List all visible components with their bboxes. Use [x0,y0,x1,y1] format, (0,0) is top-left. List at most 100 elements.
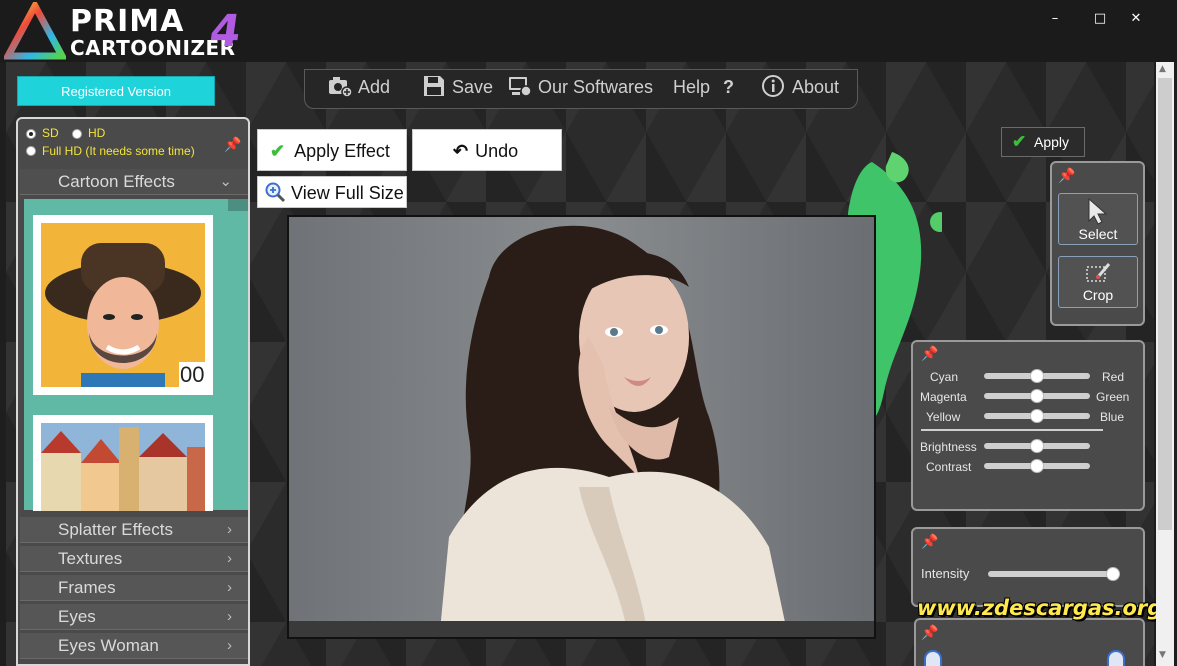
zoom-in-button[interactable] [1107,650,1125,666]
intensity-slider-knob[interactable] [1106,567,1120,581]
info-icon [762,75,784,97]
contrast-label: Contrast [926,460,972,474]
software-icon [509,77,532,97]
chevron-right-icon: › [227,579,232,596]
quality-fullhd-radio[interactable] [26,146,36,156]
pin-icon[interactable]: 📌 [1058,168,1075,184]
chevron-right-icon: › [227,637,232,654]
crop-icon [1086,263,1111,282]
category-label: Splatter Effects [58,520,173,539]
crop-label: Crop [1082,287,1114,303]
yellow-blue-slider-knob[interactable] [1030,409,1044,423]
category-eyes-woman[interactable]: Eyes Woman › [20,633,248,659]
logo-prima-text: PRIMA [70,4,185,39]
scrollbar-thumb[interactable] [1158,78,1172,530]
zoom-in-icon [265,182,286,203]
category-frames[interactable]: Frames › [20,575,248,601]
category-label: Eyes [58,607,96,626]
help-button[interactable]: Help ? [673,74,734,100]
intensity-label: Intensity [921,566,970,581]
contrast-slider-knob[interactable] [1030,459,1044,473]
divider [921,429,1103,431]
green-label: Green [1096,390,1130,404]
effect-thumbnail[interactable] [33,415,213,511]
category-label: Cartoon Effects [58,172,175,191]
cyan-label: Cyan [930,370,959,384]
undo-button[interactable]: ↶ Undo [412,129,562,171]
pin-icon[interactable]: 📌 [224,137,241,153]
chevron-right-icon: › [227,550,232,567]
logo-version: 4 [206,6,245,57]
apply-button[interactable]: ✔ Apply [1001,127,1085,157]
scroll-up-arrow-icon[interactable]: ▲ [1159,64,1166,74]
magenta-green-slider-knob[interactable] [1030,389,1044,403]
zoom-out-button[interactable] [924,650,942,666]
portrait-photo [289,217,874,637]
category-label: Frames [58,578,116,597]
add-label: Add [358,77,391,97]
blue-label: Blue [1100,410,1125,424]
registered-version-button[interactable]: Registered Version [17,76,215,106]
yellow-label: Yellow [926,410,961,424]
close-button[interactable]: ✕ [1121,8,1151,30]
view-full-size-label: View Full Size [291,183,404,203]
question-mark-icon: ? [723,77,735,97]
list-scroll-thumb[interactable] [228,199,248,211]
chevron-down-icon: ⌄ [219,173,232,190]
category-label: Eyes Woman [58,636,159,655]
maximize-button[interactable]: □ [1085,8,1115,30]
image-canvas[interactable] [287,215,876,639]
watermark-text: www.zdescargas.org [917,596,1163,620]
category-label: Textures [58,549,123,568]
quality-hd-label: HD [88,126,106,140]
category-cartoon-effects[interactable]: Cartoon Effects ⌄ [20,169,248,195]
view-full-size-button[interactable]: View Full Size [257,176,407,208]
cyan-red-slider-knob[interactable] [1030,369,1044,383]
add-button[interactable]: Add [328,74,390,100]
category-splatter-effects[interactable]: Splatter Effects › [20,517,248,543]
quality-hd-radio[interactable] [72,129,82,139]
category-eyes[interactable]: Eyes › [20,604,248,630]
our-softwares-button[interactable]: Our Softwares [508,74,653,100]
color-adjust-panel [911,340,1145,511]
camera-add-icon [329,77,352,97]
red-label: Red [1102,370,1125,384]
save-label: Save [452,77,494,97]
minimize-button[interactable]: – [1040,8,1070,30]
brightness-label: Brightness [920,440,977,454]
chevron-right-icon: › [227,521,232,538]
about-label: About [792,77,840,97]
apply-effect-label: Apply Effect [294,141,390,161]
category-textures[interactable]: Textures › [20,546,248,572]
magenta-label: Magenta [920,390,967,404]
checkmark-icon: ✔ [1012,132,1027,151]
pin-icon[interactable]: 📌 [921,346,938,362]
checkmark-icon: ✔ [270,141,286,161]
quality-sd-radio[interactable] [26,129,36,139]
intensity-slider[interactable] [988,571,1120,577]
undo-label: Undo [475,141,519,161]
cartoon-town-thumbnail-image [41,423,205,511]
pin-icon[interactable]: 📌 [921,534,938,550]
about-button[interactable]: About [762,74,839,100]
cursor-arrow-icon [1088,197,1108,225]
help-label: Help [673,77,711,97]
select-tool-button[interactable]: Select [1058,193,1138,245]
pin-icon[interactable]: 📌 [921,625,938,641]
quality-fullhd-label: Full HD (It needs some time) [42,144,195,158]
apply-label: Apply [1034,134,1070,150]
select-label: Select [1078,226,1118,242]
save-button[interactable]: Save [422,74,493,100]
brightness-slider-knob[interactable] [1030,439,1044,453]
app-logo: PRIMA CARTOONIZER 4 [4,2,244,60]
undo-icon: ↶ [453,141,469,161]
triangle-logo-icon [4,2,66,60]
chevron-right-icon: › [227,608,232,625]
scroll-down-arrow-icon[interactable]: ▼ [1159,650,1166,660]
crop-tool-button[interactable]: Crop [1058,256,1138,308]
floppy-disk-icon [424,76,444,96]
our-softwares-label: Our Softwares [538,77,654,97]
quality-sd-label: SD [42,126,59,140]
apply-effect-button[interactable]: ✔ Apply Effect [257,129,407,171]
thumb-number: 00 [180,362,205,387]
